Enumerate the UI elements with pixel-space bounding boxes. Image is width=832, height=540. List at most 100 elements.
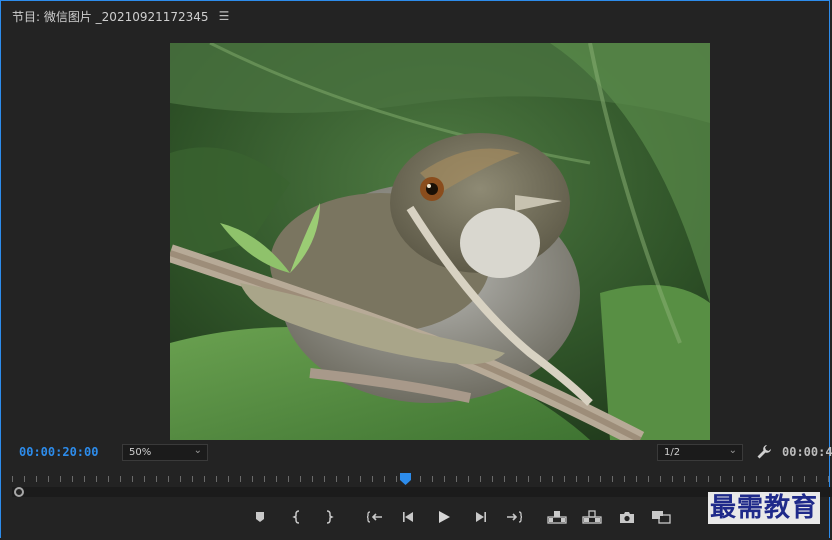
ruler-tick [36,476,37,482]
ruler-tick [168,476,169,482]
ruler-tick [468,476,469,482]
ruler-tick [780,476,781,482]
program-viewer[interactable] [170,43,710,440]
lift-icon [547,511,567,524]
panel-header: 节目: 微信图片 _20210921172345 ☰ [12,7,229,25]
ruler-tick [372,476,373,482]
duration-timecode: 00:00:4 [782,445,832,459]
mark-in-button[interactable] [287,507,307,527]
go-to-out-button[interactable] [504,507,524,527]
marker-icon [256,512,264,522]
ruler-tick [300,476,301,482]
ruler-tick [564,476,565,482]
ruler-tick [756,476,757,482]
ruler-tick [708,476,709,482]
ruler-tick [384,476,385,482]
ruler-tick [288,476,289,482]
ruler-tick [540,476,541,482]
ruler-tick [696,476,697,482]
ruler-tick [72,476,73,482]
ruler-tick [228,476,229,482]
ruler-tick [108,476,109,482]
timeline-ruler[interactable] [12,474,832,486]
go-to-in-button[interactable] [365,507,385,527]
ruler-tick [672,476,673,482]
ruler-tick [516,476,517,482]
mark-out-icon [326,510,334,524]
ruler-tick [216,476,217,482]
ruler-tick [312,476,313,482]
current-timecode[interactable]: 00:00:20:00 [19,445,98,459]
chevron-down-icon: ⌄ [728,445,737,456]
step-forward-icon [476,512,486,522]
compare-view-button[interactable] [651,507,671,527]
ruler-tick [96,476,97,482]
panel-menu-icon[interactable]: ☰ [219,9,230,23]
ruler-tick [420,476,421,482]
playback-resolution-value: 1/2 [664,447,681,458]
ruler-tick [732,476,733,482]
ruler-tick [276,476,277,482]
ruler-tick [48,476,49,482]
ruler-tick [336,476,337,482]
ruler-tick [180,476,181,482]
ruler-tick [144,476,145,482]
video-frame-image [170,43,710,440]
step-back-button[interactable] [399,507,419,527]
zoom-level-value: 50% [129,447,152,458]
ruler-tick [360,476,361,482]
playback-resolution-select[interactable]: 1/2 ⌄ [657,444,743,461]
ruler-tick [444,476,445,482]
ruler-tick [132,476,133,482]
step-forward-button[interactable] [470,507,490,527]
play-icon [439,511,450,523]
extract-icon [582,510,602,524]
export-frame-button[interactable] [617,507,637,527]
ruler-tick [456,476,457,482]
compare-view-icon [652,511,671,524]
panel-title[interactable]: 节目: 微信图片 _20210921172345 [12,8,209,25]
ruler-tick [84,476,85,482]
ruler-tick [432,476,433,482]
add-marker-button[interactable] [250,507,270,527]
ruler-tick [792,476,793,482]
ruler-tick [576,476,577,482]
ruler-tick [636,476,637,482]
play-button[interactable] [434,507,454,527]
playhead-marker[interactable] [400,473,412,485]
ruler-tick [120,476,121,482]
extract-button[interactable] [582,507,602,527]
settings-wrench-icon[interactable] [756,444,772,460]
ruler-tick [60,476,61,482]
ruler-tick [156,476,157,482]
ruler-tick [720,476,721,482]
ruler-tick [828,476,829,482]
ruler-tick [660,476,661,482]
camera-icon [620,511,634,523]
ruler-tick [396,476,397,482]
chevron-down-icon: ⌄ [193,445,202,456]
ruler-tick [492,476,493,482]
ruler-tick [528,476,529,482]
ruler-tick [744,476,745,482]
mark-out-button[interactable] [319,507,339,527]
ruler-tick [648,476,649,482]
ruler-tick [504,476,505,482]
ruler-tick [552,476,553,482]
ruler-tick [264,476,265,482]
ruler-tick [480,476,481,482]
lift-button[interactable] [547,507,567,527]
ruler-tick [12,476,13,482]
go-to-out-icon [507,511,522,523]
ruler-tick [804,476,805,482]
zoom-scroll-handle[interactable] [14,487,24,497]
ruler-tick [204,476,205,482]
step-back-icon [403,512,413,522]
ruler-tick [192,476,193,482]
ruler-tick [252,476,253,482]
ruler-tick [768,476,769,482]
zoom-level-select[interactable]: 50% ⌄ [122,444,208,461]
ruler-tick [24,476,25,482]
ruler-tick [684,476,685,482]
ruler-tick [816,476,817,482]
